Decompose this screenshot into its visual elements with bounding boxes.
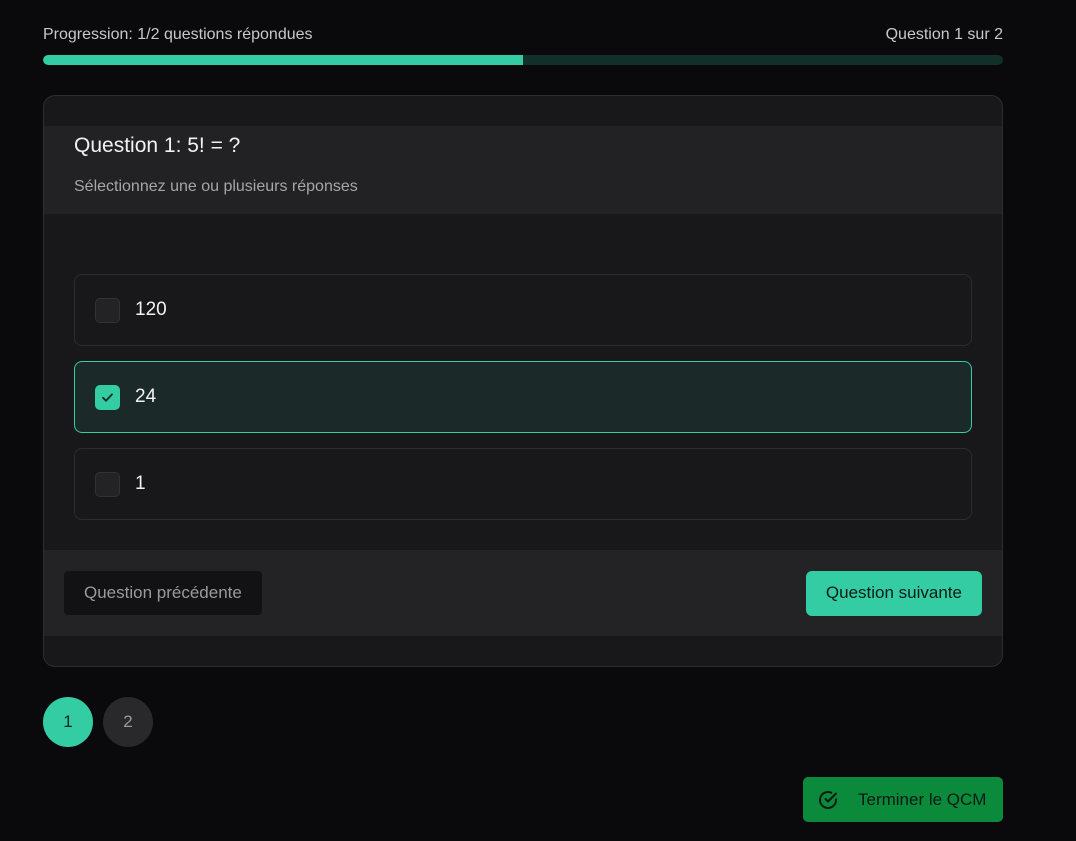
- checkbox[interactable]: [95, 471, 120, 497]
- question-card: Question 1: 5! = ? Sélectionnez une ou p…: [43, 95, 1003, 667]
- next-question-button[interactable]: Question suivante: [805, 570, 982, 616]
- answer-options: 120 24 1: [44, 214, 1002, 550]
- quiz-container: Progression: 1/2 questions répondues Que…: [43, 24, 1003, 822]
- check-icon: [102, 393, 113, 402]
- answer-option[interactable]: 1: [74, 448, 972, 520]
- progress-bar: [43, 55, 1003, 65]
- progress-header: Progression: 1/2 questions répondues Que…: [43, 24, 1003, 46]
- finish-quiz-button[interactable]: Terminer le QCM: [803, 777, 1003, 822]
- checkbox[interactable]: [95, 384, 120, 410]
- answer-label: 24: [135, 386, 157, 407]
- answer-option[interactable]: 120: [74, 274, 972, 346]
- check-circle-icon: [818, 790, 838, 810]
- checkbox[interactable]: [95, 297, 120, 323]
- question-nav: Question précédente Question suivante: [44, 550, 1002, 636]
- previous-question-button[interactable]: Question précédente: [64, 571, 262, 615]
- page-button-2[interactable]: 2: [103, 697, 153, 747]
- progress-label: Progression: 1/2 questions répondues: [43, 26, 313, 43]
- page-button-1[interactable]: 1: [43, 697, 93, 747]
- answer-label: 120: [135, 299, 167, 320]
- finish-quiz-label: Terminer le QCM: [858, 789, 987, 809]
- question-title: Question 1: 5! = ?: [74, 134, 241, 157]
- question-header: Question 1: 5! = ? Sélectionnez une ou p…: [44, 126, 1002, 214]
- answer-label: 1: [135, 473, 146, 494]
- question-pager: 1 2: [43, 697, 1003, 747]
- answer-option[interactable]: 24: [74, 361, 972, 433]
- question-hint: Sélectionnez une ou plusieurs réponses: [74, 178, 358, 195]
- question-counter: Question 1 sur 2: [885, 26, 1003, 43]
- progress-bar-fill: [43, 55, 523, 65]
- finish-row: Terminer le QCM: [43, 777, 1003, 822]
